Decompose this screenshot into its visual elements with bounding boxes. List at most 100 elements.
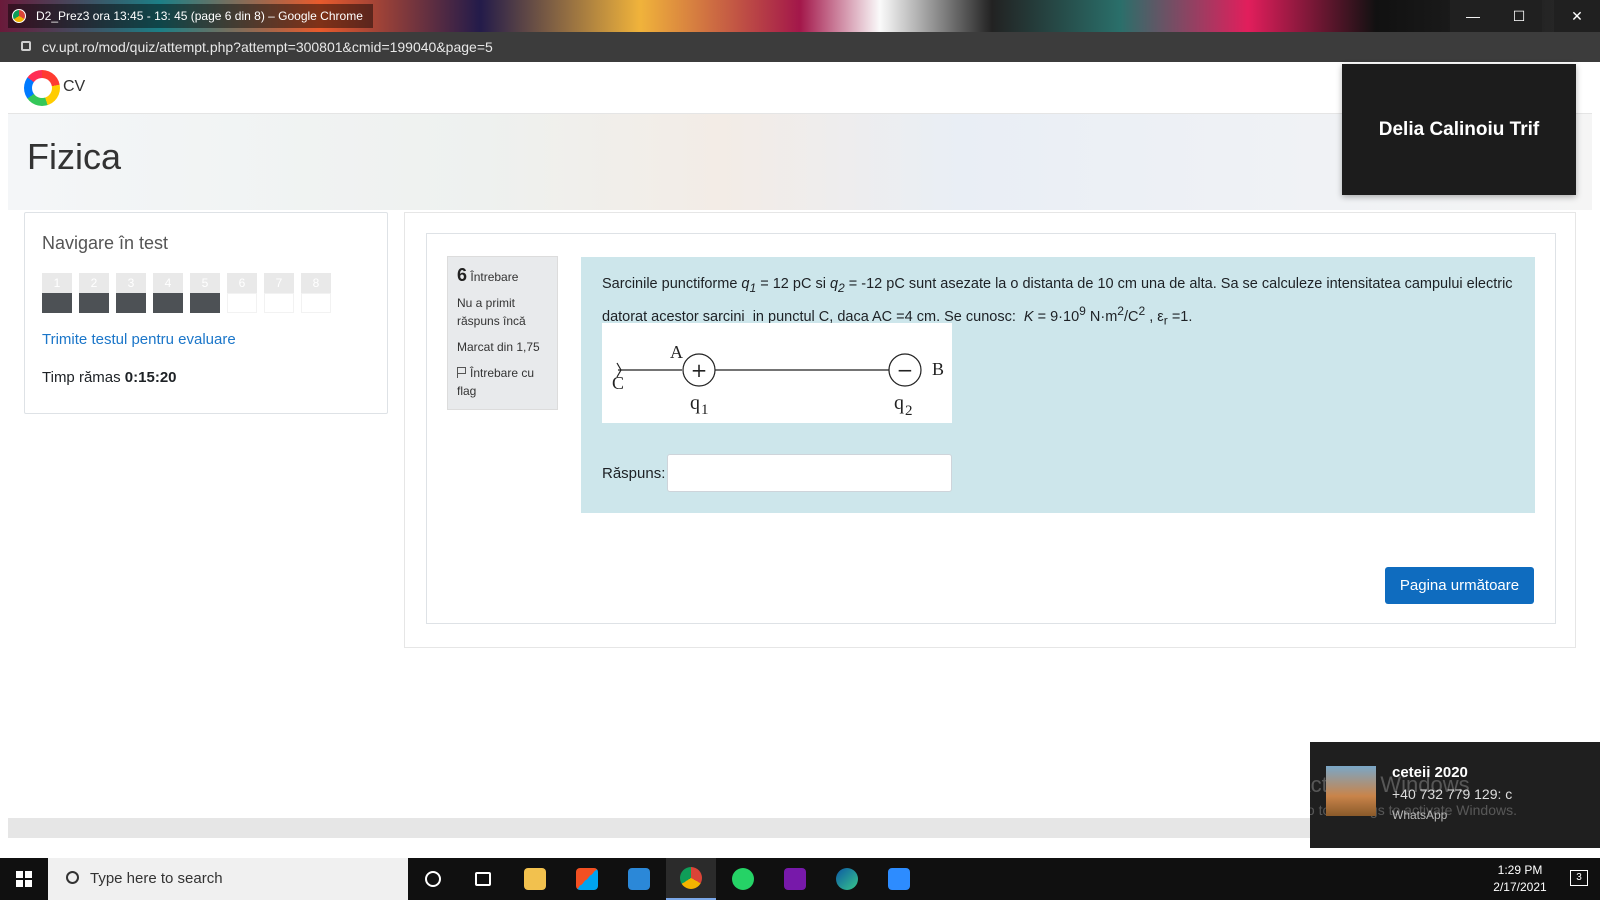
edge-logo-icon [836, 868, 858, 890]
task-view-icon[interactable] [458, 858, 508, 900]
unanswered-indicator [301, 293, 331, 313]
window-title: D2_Prez3 ora 13:45 - 13: 45 (page 6 din … [8, 4, 373, 28]
question-marks: Marcat din 1,75 [457, 340, 540, 354]
question-nav-button-8[interactable]: 8 [301, 273, 331, 313]
address-bar[interactable]: cv.upt.ro/mod/quiz/attempt.php?attempt=3… [0, 32, 1600, 62]
file-explorer-icon[interactable] [510, 858, 560, 900]
folder-icon [524, 868, 546, 890]
question-nav-button-7[interactable]: 7 [264, 273, 294, 313]
whatsapp-logo-icon [732, 868, 754, 890]
url-text[interactable]: cv.upt.ro/mod/quiz/attempt.php?attempt=3… [42, 32, 493, 62]
question-nav-number: 1 [42, 273, 72, 293]
action-center-icon[interactable]: 3 [1570, 870, 1588, 886]
question-info-panel: 6 Întrebare Nu a primit răspuns încă Mar… [447, 256, 558, 410]
label-q1: q [690, 392, 700, 414]
envelope-icon [628, 868, 650, 890]
mail-icon[interactable] [614, 858, 664, 900]
question-nav-number: 7 [264, 273, 294, 293]
edge-icon[interactable] [822, 858, 872, 900]
question-nav-button-4[interactable]: 4 [153, 273, 183, 313]
search-placeholder: Type here to search [90, 870, 223, 887]
browser-title-bar: D2_Prez3 ora 13:45 - 13: 45 (page 6 din … [0, 0, 1600, 32]
cortana-circle-icon [425, 871, 441, 887]
time-remaining: Timp rămas 0:15:20 [42, 369, 177, 386]
taskbar-search-box[interactable]: Type here to search [48, 858, 408, 900]
question-nav-number: 8 [301, 273, 331, 293]
question-status: Nu a primit răspuns încă [457, 296, 526, 328]
answered-indicator [42, 293, 72, 313]
site-logo-text[interactable]: CV [63, 78, 85, 96]
question-nav-number: 2 [79, 273, 109, 293]
quiz-nav-title: Navigare în test [42, 233, 169, 253]
notification-count: 3 [1576, 872, 1582, 883]
zoom-logo-icon [888, 868, 910, 890]
notification-sender: ceteii 2020 [1392, 764, 1468, 781]
clock-date: 2/17/2021 [1493, 880, 1547, 894]
timer-label: Timp rămas [42, 369, 121, 386]
plus-sign: + [691, 358, 708, 382]
question-nav-number: 5 [190, 273, 220, 293]
question-nav-button-2[interactable]: 2 [79, 273, 109, 313]
question-nav-number: 4 [153, 273, 183, 293]
label-q1-subscript: 1 [701, 402, 709, 418]
answer-input[interactable] [667, 454, 952, 492]
whatsapp-notification[interactable]: Activate Windows Go to Settings to activ… [1296, 742, 1600, 848]
flag-icon[interactable] [457, 367, 467, 378]
question-nav-number: 3 [116, 273, 146, 293]
lock-icon [21, 41, 31, 51]
answer-label: Răspuns: [602, 465, 666, 482]
question-nav-number: 6 [227, 273, 257, 293]
contact-avatar [1326, 766, 1376, 816]
unanswered-indicator [227, 293, 257, 313]
chrome-taskbar-icon[interactable] [666, 858, 716, 900]
label-q2: q [894, 392, 904, 414]
maximize-button[interactable]: ☐ [1496, 0, 1542, 32]
whatsapp-icon[interactable] [718, 858, 768, 900]
chrome-icon [12, 9, 26, 23]
windows-logo-icon [16, 871, 32, 887]
notification-app-name: WhatsApp [1392, 808, 1448, 822]
label-c: C [612, 373, 624, 393]
flag-question-label[interactable]: Întrebare cu flag [457, 366, 534, 398]
label-q2-subscript: 2 [905, 403, 913, 419]
search-icon [66, 871, 79, 884]
question-nav-button-5[interactable]: 5 [190, 273, 220, 313]
question-nav-button-1[interactable]: 1 [42, 273, 72, 313]
chrome-logo-icon [680, 867, 702, 889]
answered-indicator [190, 293, 220, 313]
question-nav-button-6[interactable]: 6 [227, 273, 257, 313]
minimize-button[interactable]: — [1450, 0, 1496, 32]
store-bag-icon [576, 868, 598, 890]
question-number-label: Întrebare [470, 270, 519, 284]
onenote-icon[interactable] [770, 858, 820, 900]
flag-question-toggle[interactable]: Întrebare cu flag [457, 364, 548, 400]
start-button[interactable] [0, 858, 48, 900]
question-number: 6 [457, 265, 468, 285]
close-window-button[interactable]: ✕ [1554, 0, 1600, 32]
task-view-glyph-icon [475, 872, 491, 886]
unanswered-indicator [264, 293, 294, 313]
label-a: A [670, 342, 683, 362]
answered-indicator [79, 293, 109, 313]
windows-taskbar: Type here to search 1:29 PM 2/17/2021 3 [0, 858, 1600, 900]
submit-attempt-link[interactable]: Trimite testul pentru evaluare [42, 331, 236, 348]
cortana-icon[interactable] [408, 858, 458, 900]
clock-time: 1:29 PM [1497, 863, 1543, 877]
timer-value: 0:15:20 [124, 369, 177, 386]
quiz-navigation-block: Navigare în test 1 2 3 4 5 6 7 8 Trimite… [24, 212, 388, 414]
answered-indicator [116, 293, 146, 313]
answered-indicator [153, 293, 183, 313]
label-b: B [932, 359, 944, 379]
charges-figure: + − A B C q 1 q 2 [602, 323, 952, 423]
question-nav-button-3[interactable]: 3 [116, 273, 146, 313]
question-content: Sarcinile punctiforme q1 = 12 pC si q2 =… [581, 257, 1535, 513]
system-tray: 1:29 PM 2/17/2021 3 [1350, 858, 1600, 900]
microsoft-store-icon[interactable] [562, 858, 612, 900]
site-logo-icon[interactable] [24, 70, 60, 106]
page-title: Fizica [27, 136, 122, 177]
zoom-icon[interactable] [874, 858, 924, 900]
video-participant-tile: Delia Calinoiu Trif [1342, 64, 1576, 195]
next-page-button[interactable]: Pagina următoare [1385, 567, 1534, 604]
taskbar-clock[interactable]: 1:29 PM 2/17/2021 [1480, 862, 1560, 896]
notification-message: +40 732 779 129: c [1392, 786, 1513, 802]
